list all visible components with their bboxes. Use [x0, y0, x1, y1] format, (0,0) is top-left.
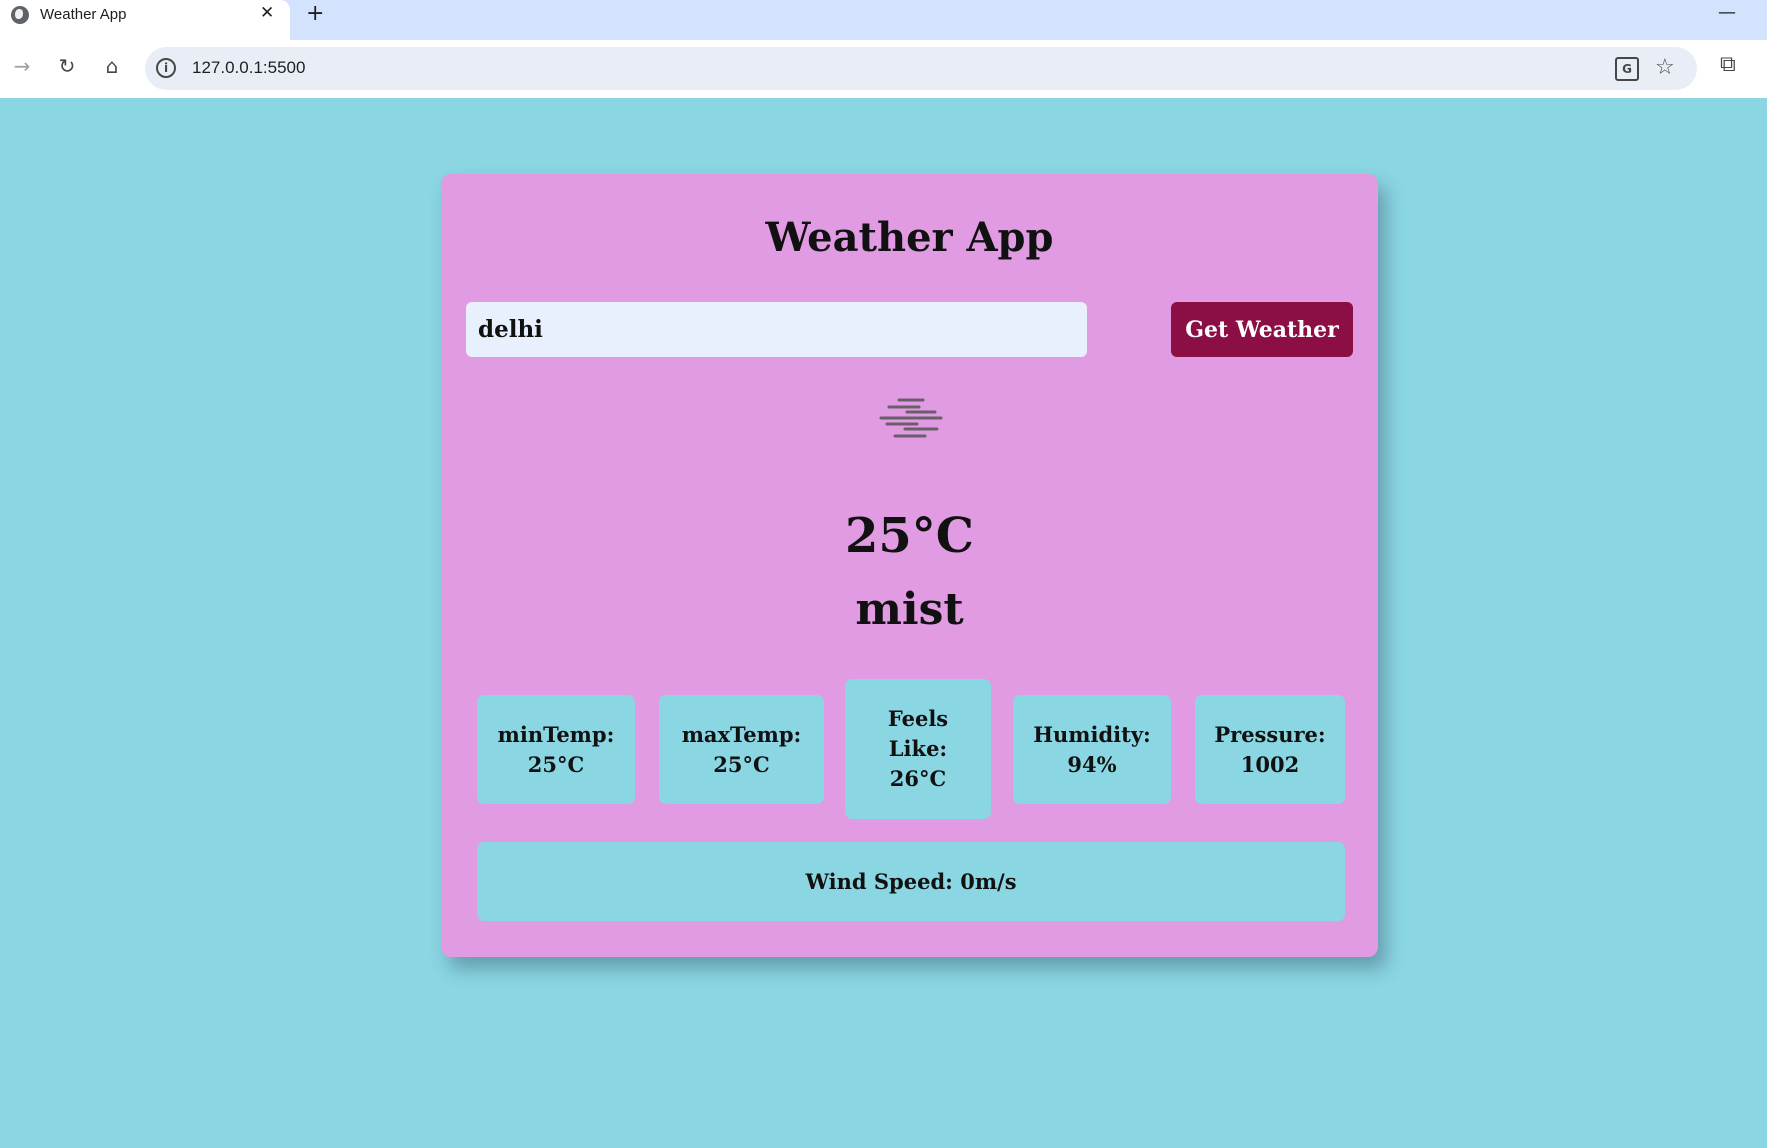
wind-speed-card: Wind Speed: 0m/s — [477, 842, 1345, 921]
weather-card: Weather App Get Weather 25°C mist minTem… — [441, 174, 1378, 957]
weather-description: mist — [855, 584, 964, 635]
globe-icon — [11, 6, 29, 24]
browser-toolbar: → ↻ ⌂ i 127.0.0.1:5500 G ☆ ⧉ — [0, 40, 1767, 98]
address-bar[interactable]: i 127.0.0.1:5500 G ☆ — [145, 47, 1697, 90]
feels-like-card: Feels Like: 26°C — [845, 679, 991, 819]
max-temp-text: maxTemp: 25°C — [681, 721, 802, 777]
url-text[interactable]: 127.0.0.1:5500 — [192, 58, 305, 78]
minimize-window-icon[interactable]: — — [1718, 2, 1736, 23]
min-temp-card: minTemp: 25°C — [477, 695, 635, 804]
tab-title: Weather App — [40, 6, 127, 23]
humidity-card: Humidity: 94% — [1013, 695, 1171, 804]
city-search-input[interactable] — [466, 302, 1087, 357]
forward-arrow-icon[interactable]: → — [9, 53, 35, 79]
browser-tab-weather-app[interactable]: Weather App ✕ — [0, 0, 290, 40]
reload-icon[interactable]: ↻ — [54, 53, 80, 79]
pressure-card: Pressure: 1002 — [1195, 695, 1345, 804]
mist-icon — [879, 398, 943, 438]
close-tab-icon[interactable]: ✕ — [260, 3, 274, 23]
get-weather-button[interactable]: Get Weather — [1171, 302, 1353, 357]
extensions-icon[interactable]: ⧉ — [1720, 52, 1736, 78]
pressure-text: Pressure: 1002 — [1214, 721, 1326, 777]
wind-speed-text: Wind Speed: 0m/s — [805, 869, 1017, 894]
new-tab-icon[interactable]: + — [306, 1, 324, 26]
max-temp-card: maxTemp: 25°C — [659, 695, 824, 804]
home-icon[interactable]: ⌂ — [99, 53, 125, 79]
bookmark-star-icon[interactable]: ☆ — [1655, 55, 1675, 80]
feels-like-text: Feels Like: 26°C — [887, 706, 949, 791]
min-temp-text: minTemp: 25°C — [497, 721, 615, 777]
translate-icon[interactable]: G — [1615, 57, 1639, 81]
tab-strip: Weather App ✕ + — — [0, 0, 1767, 40]
page-title: Weather App — [765, 214, 1054, 261]
temperature-value: 25°C — [845, 508, 974, 564]
site-info-icon[interactable]: i — [156, 58, 176, 78]
humidity-text: Humidity: 94% — [1033, 721, 1151, 777]
